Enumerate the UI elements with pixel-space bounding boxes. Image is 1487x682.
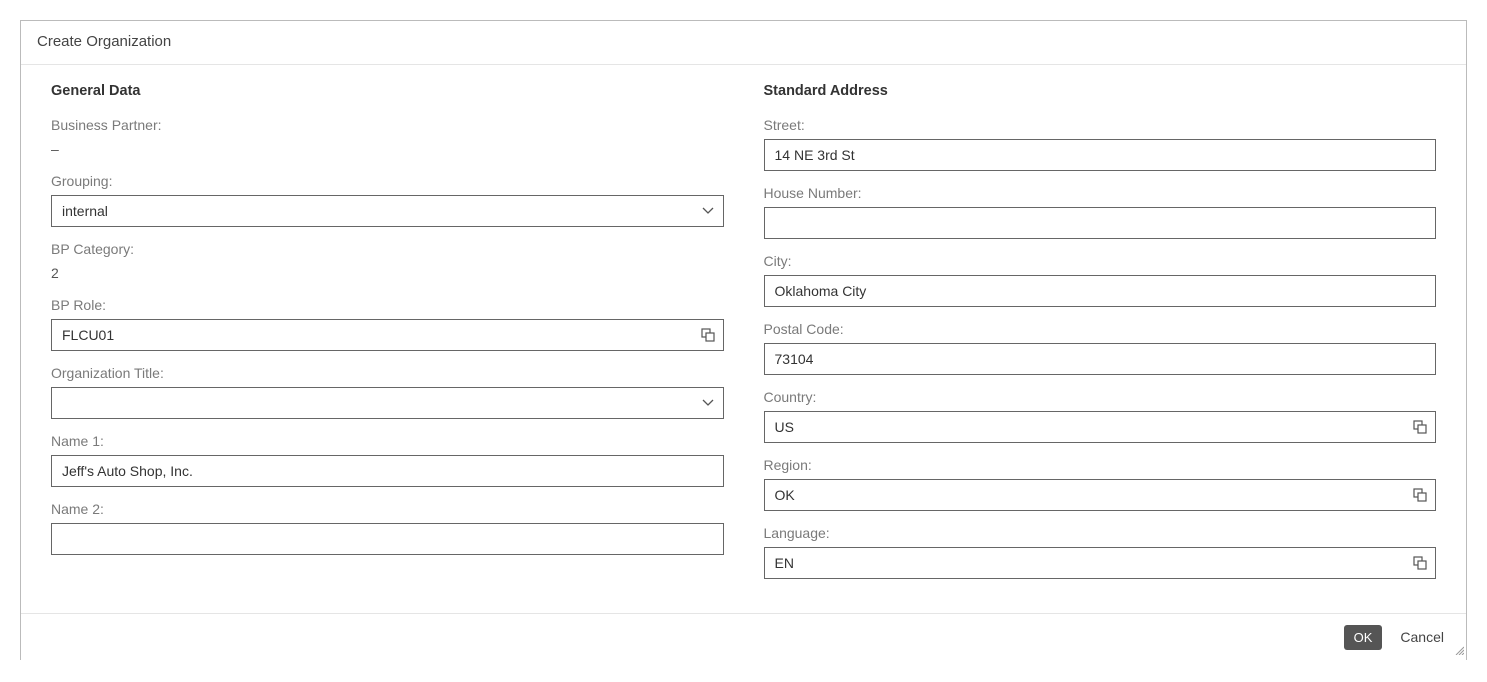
bp-category-label: BP Category: xyxy=(51,241,724,257)
chevron-down-icon[interactable] xyxy=(693,196,723,226)
create-organization-dialog: Create Organization General Data Busines… xyxy=(20,20,1467,660)
grouping-field: Grouping: xyxy=(51,173,724,227)
language-label: Language: xyxy=(764,525,1437,541)
general-data-section: General Data Business Partner: – Groupin… xyxy=(51,73,724,593)
house-number-input[interactable] xyxy=(765,208,1436,238)
city-field: City: xyxy=(764,253,1437,307)
street-field: Street: xyxy=(764,117,1437,171)
house-number-field: House Number: xyxy=(764,185,1437,239)
region-control[interactable] xyxy=(764,479,1437,511)
value-help-icon[interactable] xyxy=(1405,412,1435,442)
country-control[interactable] xyxy=(764,411,1437,443)
language-control[interactable] xyxy=(764,547,1437,579)
organization-title-label: Organization Title: xyxy=(51,365,724,381)
postal-code-control[interactable] xyxy=(764,343,1437,375)
grouping-select[interactable] xyxy=(51,195,724,227)
standard-address-heading: Standard Address xyxy=(764,73,1437,117)
organization-title-input[interactable] xyxy=(52,388,693,418)
country-input[interactable] xyxy=(765,412,1406,442)
bp-role-label: BP Role: xyxy=(51,297,724,313)
region-field: Region: xyxy=(764,457,1437,511)
organization-title-field: Organization Title: xyxy=(51,365,724,419)
value-help-icon[interactable] xyxy=(1405,480,1435,510)
street-label: Street: xyxy=(764,117,1437,133)
name2-label: Name 2: xyxy=(51,501,724,517)
grouping-label: Grouping: xyxy=(51,173,724,189)
bp-role-field: BP Role: xyxy=(51,297,724,351)
bp-role-input[interactable] xyxy=(52,320,693,350)
city-input[interactable] xyxy=(765,276,1436,306)
language-field: Language: xyxy=(764,525,1437,579)
name1-control[interactable] xyxy=(51,455,724,487)
business-partner-field: Business Partner: – xyxy=(51,117,724,159)
cancel-button[interactable]: Cancel xyxy=(1396,624,1448,650)
bp-role-control[interactable] xyxy=(51,319,724,351)
postal-code-input[interactable] xyxy=(765,344,1436,374)
dialog-footer: OK Cancel xyxy=(21,613,1466,660)
house-number-control[interactable] xyxy=(764,207,1437,239)
standard-address-section: Standard Address Street: House Number: C… xyxy=(764,73,1437,593)
name1-field: Name 1: xyxy=(51,433,724,487)
street-control[interactable] xyxy=(764,139,1437,171)
business-partner-label: Business Partner: xyxy=(51,117,724,133)
language-input[interactable] xyxy=(765,548,1406,578)
value-help-icon[interactable] xyxy=(1405,548,1435,578)
region-input[interactable] xyxy=(765,480,1406,510)
ok-button[interactable]: OK xyxy=(1344,625,1383,650)
city-label: City: xyxy=(764,253,1437,269)
grouping-input[interactable] xyxy=(52,196,693,226)
street-input[interactable] xyxy=(765,140,1436,170)
name2-field: Name 2: xyxy=(51,501,724,555)
postal-code-label: Postal Code: xyxy=(764,321,1437,337)
chevron-down-icon[interactable] xyxy=(693,388,723,418)
house-number-label: House Number: xyxy=(764,185,1437,201)
name1-input[interactable] xyxy=(52,456,723,486)
general-data-heading: General Data xyxy=(51,73,724,117)
postal-code-field: Postal Code: xyxy=(764,321,1437,375)
bp-category-value: 2 xyxy=(51,263,724,283)
region-label: Region: xyxy=(764,457,1437,473)
name1-label: Name 1: xyxy=(51,433,724,449)
resize-grip-icon[interactable] xyxy=(1454,642,1464,658)
name2-control[interactable] xyxy=(51,523,724,555)
country-label: Country: xyxy=(764,389,1437,405)
business-partner-value: – xyxy=(51,139,724,159)
city-control[interactable] xyxy=(764,275,1437,307)
dialog-content: General Data Business Partner: – Groupin… xyxy=(21,65,1466,613)
dialog-title: Create Organization xyxy=(21,21,1466,65)
country-field: Country: xyxy=(764,389,1437,443)
bp-category-field: BP Category: 2 xyxy=(51,241,724,283)
value-help-icon[interactable] xyxy=(693,320,723,350)
name2-input[interactable] xyxy=(52,524,723,554)
organization-title-select[interactable] xyxy=(51,387,724,419)
